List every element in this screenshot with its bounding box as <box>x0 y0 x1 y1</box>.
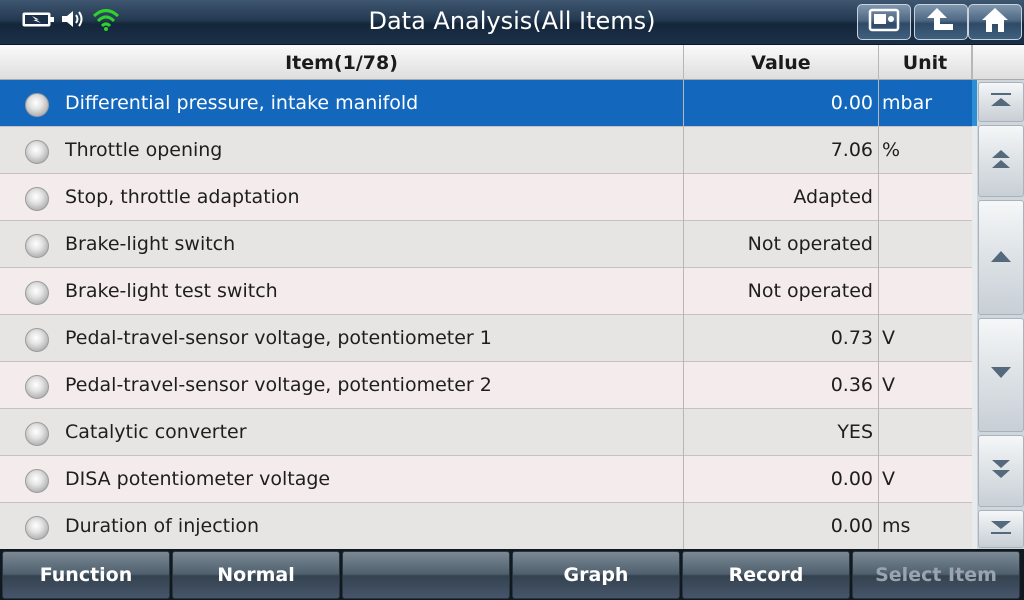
item-value: 7.06 <box>830 139 873 161</box>
graph-button[interactable]: Graph <box>512 551 680 599</box>
radio-button[interactable] <box>25 140 49 164</box>
scroll-header <box>972 45 1024 80</box>
column-header-unit: Unit <box>879 45 972 80</box>
scroll-to-bottom-icon <box>988 518 1014 540</box>
empty-button[interactable] <box>342 551 510 599</box>
column-divider <box>683 80 684 549</box>
item-unit: V <box>882 374 895 396</box>
item-value: 0.00 <box>830 92 873 114</box>
double-chevron-up-icon <box>988 146 1014 176</box>
column-header-value: Value <box>684 45 879 80</box>
item-name: Pedal-travel-sensor voltage, potentiomet… <box>65 327 492 349</box>
item-value: Not operated <box>747 280 873 302</box>
select-item-button[interactable]: Select Item <box>852 551 1020 599</box>
item-unit: V <box>882 327 895 349</box>
item-value: Adapted <box>793 186 873 208</box>
item-name: Differential pressure, intake manifold <box>65 92 419 114</box>
item-name: Catalytic converter <box>65 421 247 443</box>
item-name: Stop, throttle adaptation <box>65 186 300 208</box>
scrollbar-track[interactable] <box>972 80 977 549</box>
radio-button[interactable] <box>25 422 49 446</box>
radio-button[interactable] <box>25 328 49 352</box>
item-value: YES <box>837 421 873 443</box>
item-unit <box>882 221 970 267</box>
item-unit: V <box>882 468 895 490</box>
item-value: 0.00 <box>830 468 873 490</box>
table-row[interactable]: Differential pressure, intake manifold 0… <box>0 80 972 127</box>
table-row[interactable]: DISA potentiometer voltage 0.00 V <box>0 456 972 503</box>
item-value: Not operated <box>747 233 873 255</box>
home-icon <box>980 6 1010 38</box>
radio-button[interactable] <box>25 187 49 211</box>
item-name: Brake-light test switch <box>65 280 278 302</box>
screenshot-icon <box>867 7 901 37</box>
item-unit <box>882 174 970 220</box>
radio-button[interactable] <box>25 375 49 399</box>
radio-button[interactable] <box>25 234 49 258</box>
home-button[interactable] <box>968 4 1022 40</box>
back-button[interactable] <box>914 4 968 40</box>
table-row[interactable]: Pedal-travel-sensor voltage, potentiomet… <box>0 315 972 362</box>
item-value: 0.73 <box>830 327 873 349</box>
scroll-up-button[interactable] <box>978 200 1024 315</box>
item-unit: ms <box>882 515 911 537</box>
item-name: Brake-light switch <box>65 233 236 255</box>
radio-button[interactable] <box>25 93 49 117</box>
table-row[interactable]: Stop, throttle adaptation Adapted <box>0 174 972 221</box>
scroll-down-button[interactable] <box>978 318 1024 432</box>
normal-button[interactable]: Normal <box>172 551 340 599</box>
table-row[interactable]: Pedal-travel-sensor voltage, potentiomet… <box>0 362 972 409</box>
scroll-to-top-icon <box>988 91 1014 113</box>
radio-button[interactable] <box>25 281 49 305</box>
radio-button[interactable] <box>25 469 49 493</box>
scroll-panel <box>972 80 1024 549</box>
double-chevron-down-icon <box>988 456 1014 486</box>
record-button[interactable]: Record <box>682 551 850 599</box>
function-button[interactable]: Function <box>2 551 170 599</box>
item-unit: % <box>882 139 901 161</box>
bottom-toolbar: Function Normal Graph Record Select Item <box>0 549 1024 600</box>
table-row[interactable]: Brake-light switch Not operated <box>0 221 972 268</box>
table-row[interactable]: Throttle opening 7.06 % <box>0 127 972 174</box>
radio-button[interactable] <box>25 516 49 540</box>
item-name: Pedal-travel-sensor voltage, potentiomet… <box>65 374 492 396</box>
item-name: Throttle opening <box>65 139 223 161</box>
table-row[interactable]: Catalytic converter YES <box>0 409 972 456</box>
page-down-button[interactable] <box>978 435 1024 507</box>
scroll-bottom-button[interactable] <box>978 510 1024 548</box>
data-table: Item(1/78) Value Unit Differential press… <box>0 45 972 550</box>
scroll-top-button[interactable] <box>978 82 1024 122</box>
table-row[interactable]: Duration of injection 0.00 ms <box>0 503 972 550</box>
item-unit <box>882 268 970 314</box>
title-bar: Data Analysis(All Items) <box>0 0 1024 45</box>
item-unit <box>882 409 970 455</box>
chevron-down-icon <box>989 365 1013 385</box>
column-header-item: Item(1/78) <box>0 45 684 80</box>
scrollbar-thumb[interactable] <box>972 80 977 126</box>
table-header: Item(1/78) Value Unit <box>0 45 972 80</box>
item-unit: mbar <box>882 92 933 114</box>
item-name: Duration of injection <box>65 515 260 537</box>
back-arrow-icon <box>925 6 957 38</box>
page-up-button[interactable] <box>978 125 1024 197</box>
column-divider <box>878 80 879 549</box>
item-value: 0.00 <box>830 515 873 537</box>
screenshot-button[interactable] <box>857 4 911 40</box>
item-value: 0.36 <box>830 374 873 396</box>
chevron-up-icon <box>989 248 1013 268</box>
item-name: DISA potentiometer voltage <box>65 468 331 490</box>
table-row[interactable]: Brake-light test switch Not operated <box>0 268 972 315</box>
